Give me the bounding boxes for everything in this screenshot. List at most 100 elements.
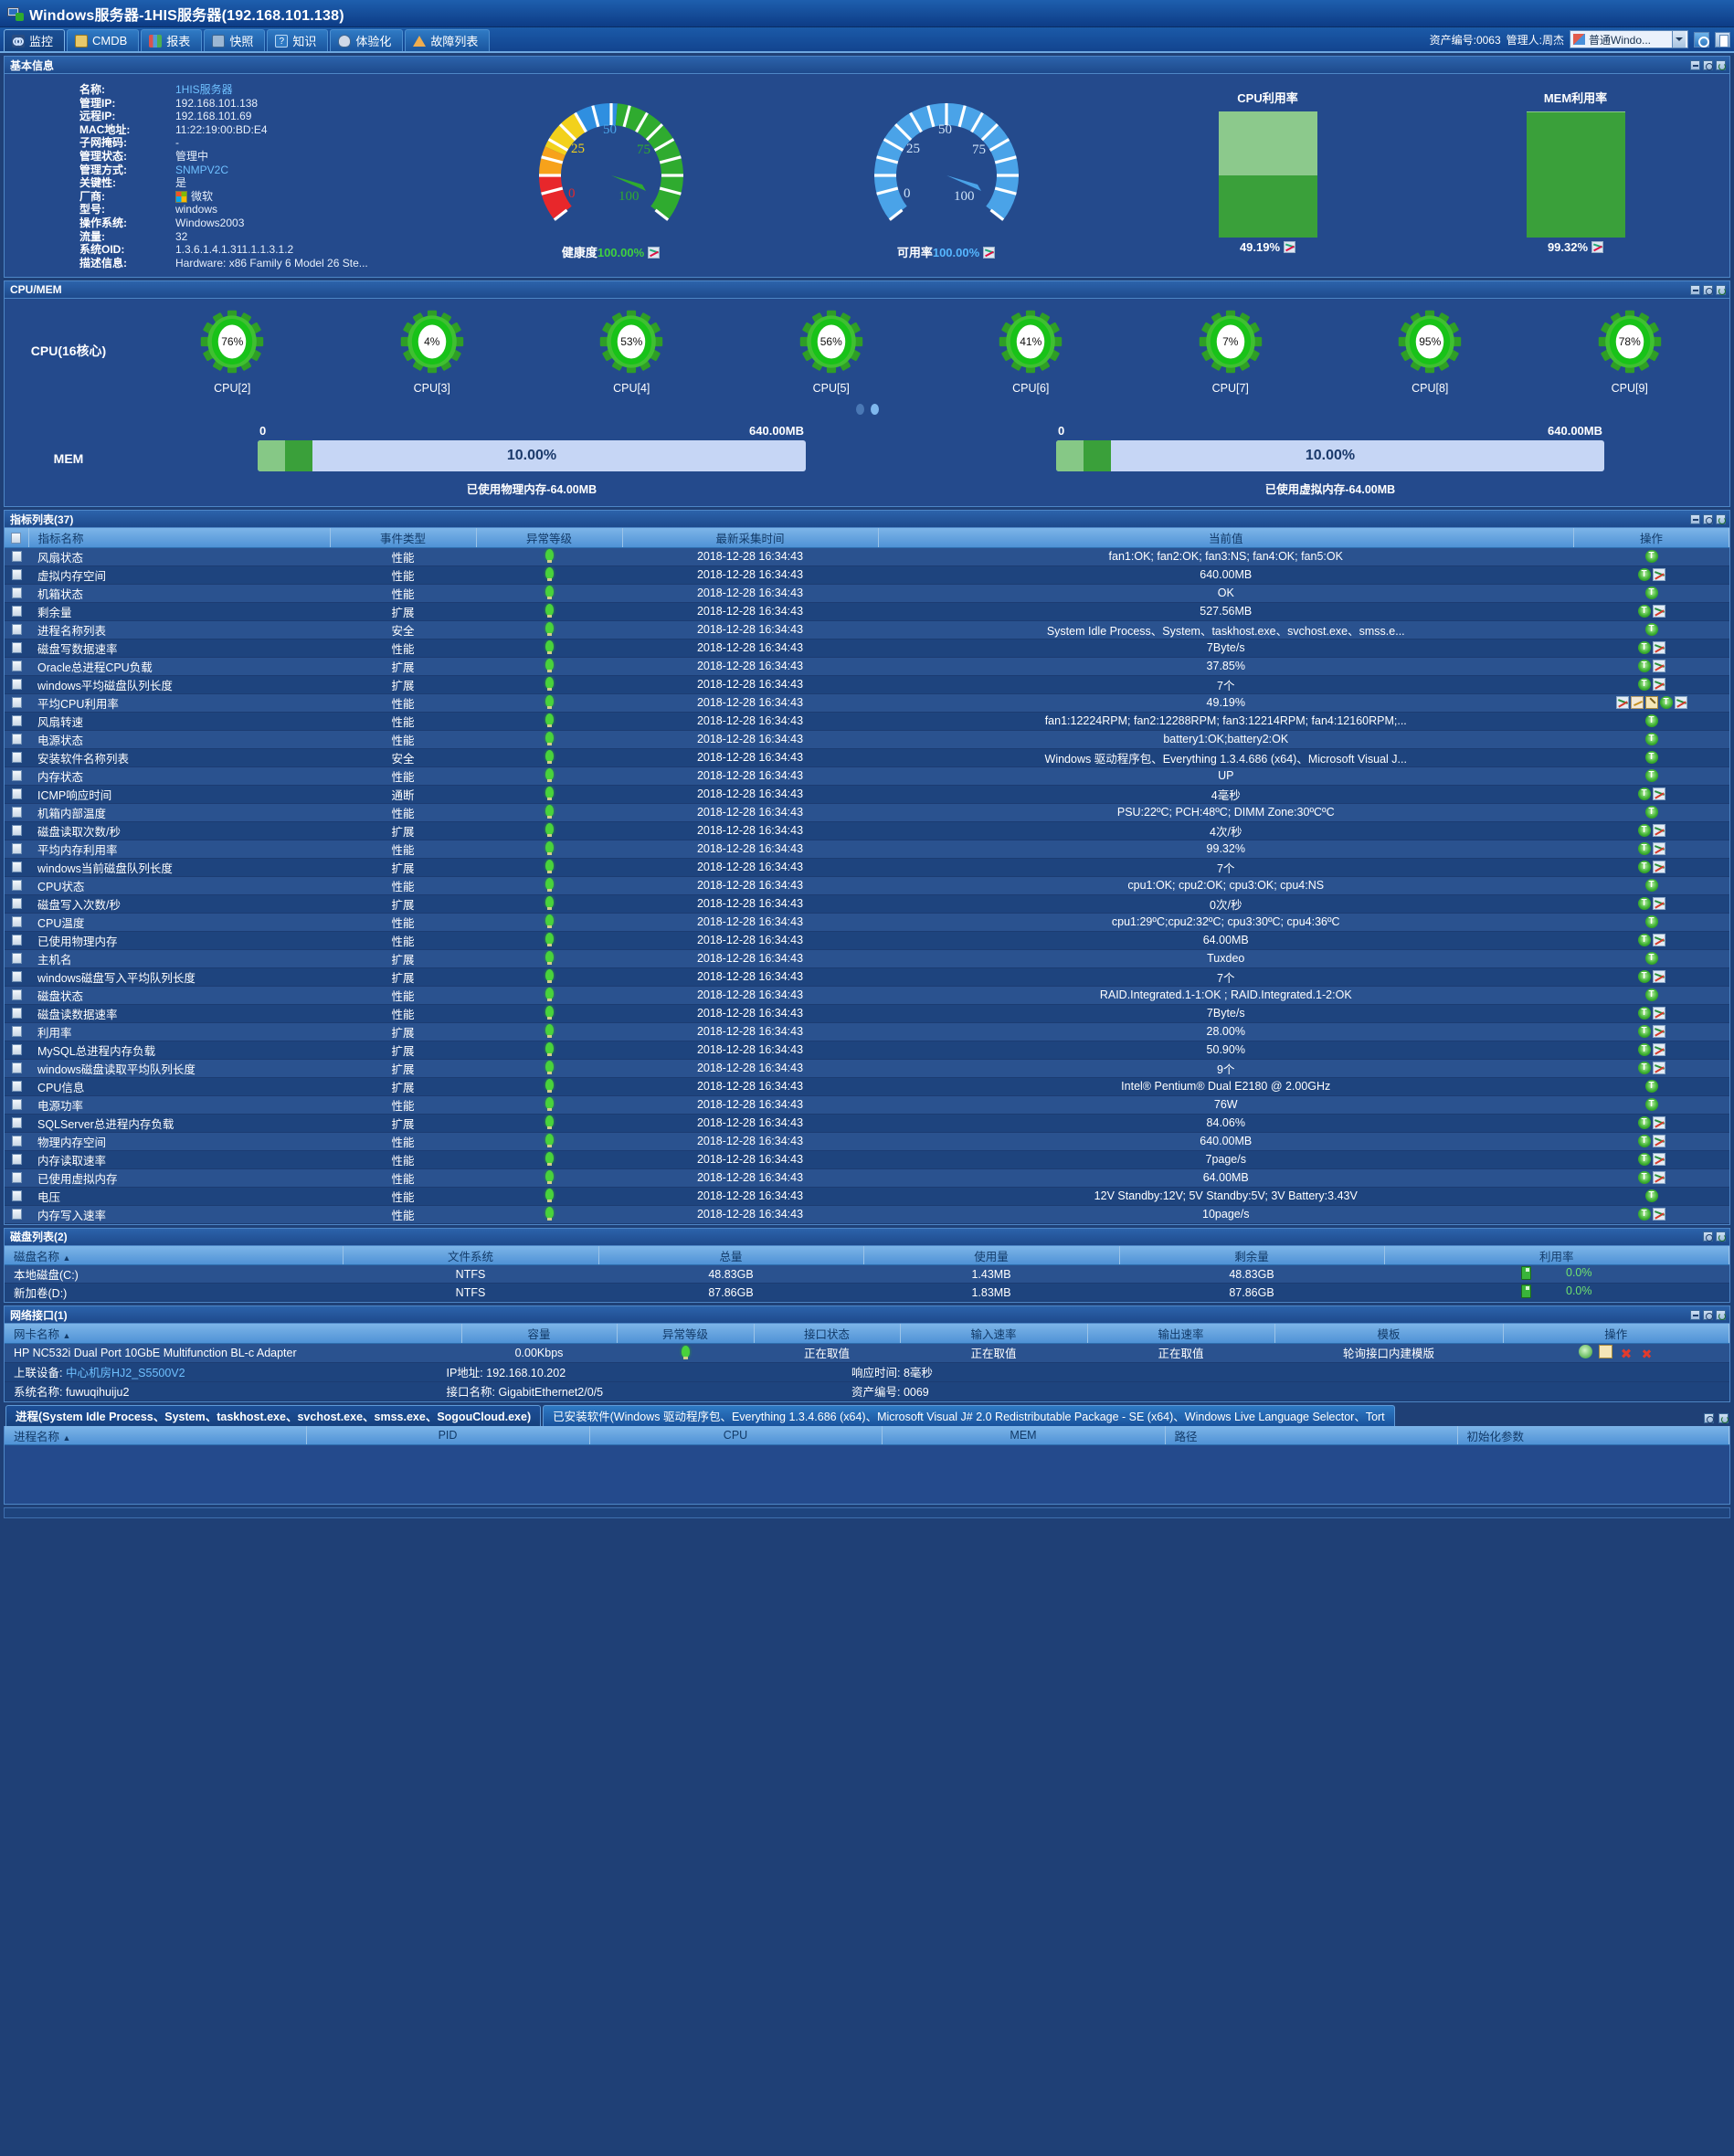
row-select-cell[interactable] <box>5 1205 28 1224</box>
table-row[interactable]: 磁盘读数据速率 性能 2018-12-28 16:34:43 7Byte/s <box>5 1004 1729 1023</box>
row-select-cell[interactable] <box>5 693 28 713</box>
metric-trend-chart-icon[interactable] <box>1652 897 1665 911</box>
row-select-cell[interactable] <box>5 1095 28 1115</box>
row-select-cell[interactable] <box>5 639 28 658</box>
metric-trend-chart-icon[interactable] <box>1652 861 1665 874</box>
nic-close-icon[interactable]: ✖ <box>1640 1347 1654 1361</box>
row-select-cell[interactable] <box>5 949 28 968</box>
tab-snapshot[interactable]: 快照 <box>204 29 266 51</box>
metric-threshold-icon[interactable] <box>1637 678 1651 692</box>
row-select-cell[interactable] <box>5 584 28 603</box>
row-select-cell[interactable] <box>5 748 28 767</box>
table-row[interactable]: 电源状态 性能 2018-12-28 16:34:43 battery1:OK;bat… <box>5 730 1729 749</box>
refresh-icon[interactable] <box>1716 513 1726 524</box>
table-row[interactable]: 风扇状态 性能 2018-12-28 16:34:43 fan1:OK; fan2:O… <box>5 547 1729 566</box>
row-checkbox[interactable] <box>11 642 22 654</box>
table-row[interactable]: ICMP响应时间 通断 2018-12-28 16:34:43 4毫秒 <box>5 785 1729 804</box>
metric-threshold-icon[interactable] <box>1637 660 1651 673</box>
metric-trend-chart-icon[interactable] <box>1652 1171 1665 1185</box>
table-row[interactable]: 物理内存空间 性能 2018-12-28 16:34:43 640.00MB <box>5 1132 1729 1151</box>
row-select-cell[interactable] <box>5 803 28 822</box>
metric-threshold-icon[interactable] <box>1637 934 1651 947</box>
col-cpu[interactable]: CPU <box>589 1425 883 1446</box>
row-checkbox[interactable] <box>11 606 22 618</box>
table-row[interactable]: 内存状态 性能 2018-12-28 16:34:43 UP <box>5 766 1729 786</box>
col-nic-name[interactable]: 网卡名称 ▲ <box>5 1324 462 1344</box>
row-select-cell[interactable] <box>5 620 28 639</box>
minimize-icon[interactable] <box>1690 59 1700 70</box>
zoom-icon[interactable] <box>1703 513 1713 524</box>
trend-chart-icon[interactable] <box>648 247 661 259</box>
row-select-cell[interactable] <box>5 730 28 749</box>
metric-threshold-icon[interactable] <box>1644 806 1658 819</box>
table-row[interactable]: 利用率 扩展 2018-12-28 16:34:43 28.00% <box>5 1022 1729 1041</box>
table-row[interactable]: 进程名称列表 安全 2018-12-28 16:34:43 System Idle P… <box>5 620 1729 639</box>
metric-threshold-icon[interactable] <box>1637 568 1651 582</box>
refresh-icon[interactable] <box>1716 59 1726 70</box>
table-row[interactable]: 内存写入速率 性能 2018-12-28 16:34:43 10page/s <box>5 1205 1729 1224</box>
col-operation[interactable]: 操作 <box>1503 1324 1729 1344</box>
metric-trend-chart-icon[interactable] <box>1652 568 1665 582</box>
row-checkbox[interactable] <box>11 1044 22 1056</box>
row-select-cell[interactable] <box>5 876 28 895</box>
metric-trend-chart-icon[interactable] <box>1615 696 1629 710</box>
table-row[interactable]: 风扇转速 性能 2018-12-28 16:34:43 fan1:12224RPM; … <box>5 712 1729 731</box>
cpu-core-item[interactable]: 4% CPU[3] <box>377 306 487 395</box>
trend-chart-icon[interactable] <box>1284 241 1296 253</box>
row-checkbox[interactable] <box>11 1154 22 1166</box>
refresh-icon[interactable] <box>1716 1309 1726 1320</box>
row-checkbox[interactable] <box>11 770 22 782</box>
metric-threshold-icon[interactable] <box>1637 970 1651 984</box>
cpu-core-item[interactable]: 56% CPU[5] <box>777 306 886 395</box>
row-checkbox[interactable] <box>11 989 22 1001</box>
row-checkbox[interactable] <box>11 1099 22 1111</box>
nic-monitor-icon[interactable] <box>1578 1344 1592 1358</box>
metric-threshold-icon[interactable] <box>1637 1135 1651 1148</box>
col-metric-name[interactable]: 指标名称 <box>28 528 331 548</box>
cpu-core-item[interactable]: 53% CPU[4] <box>576 306 686 395</box>
row-checkbox[interactable] <box>11 971 22 983</box>
refresh-icon[interactable] <box>1716 284 1726 295</box>
row-checkbox[interactable] <box>11 1008 22 1020</box>
table-row[interactable]: 电源功率 性能 2018-12-28 16:34:43 76W <box>5 1095 1729 1115</box>
metric-threshold-icon[interactable] <box>1644 751 1658 765</box>
col-init-params[interactable]: 初始化参数 <box>1457 1425 1729 1446</box>
nic-template[interactable]: 轮询接口内建模版 <box>1274 1343 1503 1363</box>
table-row[interactable]: 新加卷(D:) NTFS 87.86GB 1.83MB 87.86GB 0.0% <box>5 1283 1729 1303</box>
tab-experience[interactable]: 体验化 <box>330 29 404 51</box>
basic-info-value[interactable]: SNMPV2C <box>175 164 228 177</box>
col-path[interactable]: 路径 <box>1165 1425 1458 1446</box>
col-collect-time[interactable]: 最新采集时间 <box>622 528 879 548</box>
metric-trend-chart-icon[interactable] <box>1652 1135 1665 1148</box>
zoom-icon[interactable] <box>1704 1412 1714 1423</box>
chevron-down-icon[interactable] <box>1672 31 1686 48</box>
row-select-cell[interactable] <box>5 858 28 877</box>
col-out-rate[interactable]: 输出速率 <box>1087 1324 1275 1344</box>
row-checkbox[interactable] <box>11 569 22 581</box>
row-select-cell[interactable] <box>5 1059 28 1078</box>
row-checkbox[interactable] <box>11 843 22 855</box>
table-row[interactable]: 机箱内部温度 性能 2018-12-28 16:34:43 PSU:22ºC; PCH… <box>5 803 1729 822</box>
row-select-cell[interactable] <box>5 840 28 859</box>
row-checkbox[interactable] <box>11 898 22 910</box>
metric-threshold-icon[interactable] <box>1659 696 1673 710</box>
table-row[interactable]: 机箱状态 性能 2018-12-28 16:34:43 OK <box>5 584 1729 603</box>
row-select-cell[interactable] <box>5 1132 28 1151</box>
table-row[interactable]: 已使用虚拟内存 性能 2018-12-28 16:34:43 64.00MB <box>5 1168 1729 1188</box>
metric-trend-chart-icon[interactable] <box>1652 1153 1665 1167</box>
col-mem[interactable]: MEM <box>882 1425 1166 1446</box>
col-process-name[interactable]: 进程名称 ▲ <box>5 1425 307 1446</box>
uplink-value[interactable]: 中心机房HJ2_S5500V2 <box>66 1367 185 1379</box>
col-severity[interactable]: 异常等级 <box>476 528 623 548</box>
metric-threshold-icon[interactable] <box>1644 769 1658 783</box>
col-utilization[interactable]: 利用率 <box>1384 1245 1729 1266</box>
table-row[interactable]: windows磁盘写入平均队列长度 扩展 2018-12-28 16:34:43 7个 <box>5 967 1729 987</box>
row-select-cell[interactable] <box>5 766 28 786</box>
metric-trend-chart-icon[interactable] <box>1652 1043 1665 1057</box>
col-pid[interactable]: PID <box>306 1425 590 1446</box>
metric-trend-chart-icon[interactable] <box>1652 1025 1665 1039</box>
table-row[interactable]: 磁盘写入次数/秒 扩展 2018-12-28 16:34:43 0次/秒 <box>5 894 1729 914</box>
cpu-core-item[interactable]: 76% CPU[2] <box>177 306 287 395</box>
table-row[interactable]: windows磁盘读取平均队列长度 扩展 2018-12-28 16:34:43 9个 <box>5 1059 1729 1078</box>
metric-threshold-icon[interactable] <box>1637 787 1651 801</box>
